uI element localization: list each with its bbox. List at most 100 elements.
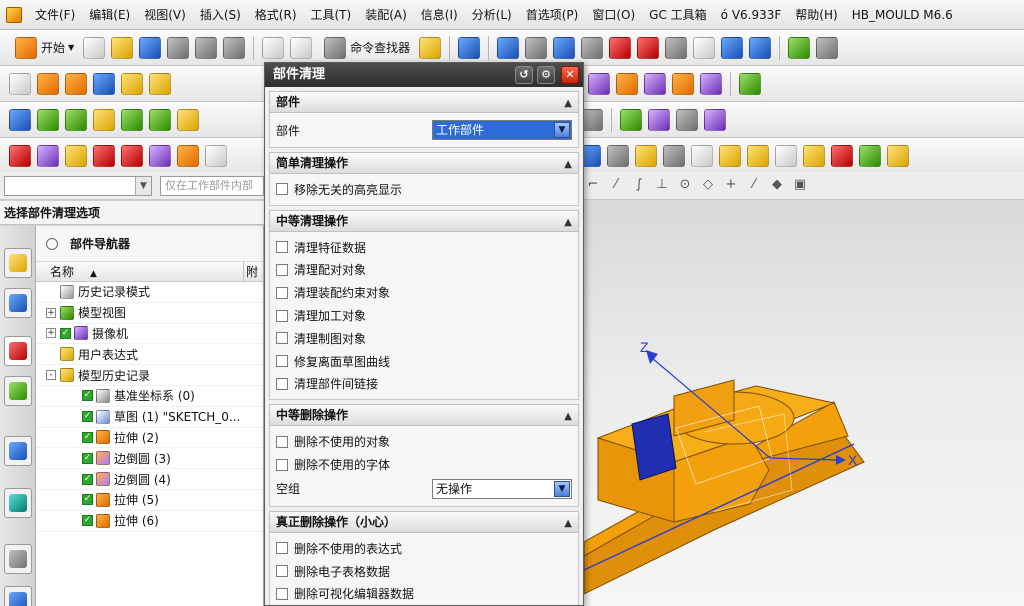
menu-preferences[interactable]: 首选项(P) [519, 0, 586, 29]
gear-icon[interactable]: ⚙ [537, 66, 555, 84]
subtract-icon[interactable] [616, 72, 638, 95]
edit-feature-icon[interactable] [121, 108, 143, 131]
history-tab[interactable] [4, 544, 32, 574]
option-row[interactable]: 清理装配约束对象 [276, 281, 572, 304]
menu-insert[interactable]: 插入(S) [193, 0, 248, 29]
cylinder-icon[interactable] [121, 72, 143, 95]
extrude-icon[interactable] [37, 72, 59, 95]
snap-on-face-icon[interactable]: ◆ [768, 176, 786, 194]
close-icon[interactable]: ✕ [561, 66, 579, 84]
start-button[interactable]: 开始 ▼ [6, 36, 80, 60]
visibility-checkbox[interactable]: ✓ [82, 452, 93, 464]
assembly-icon[interactable] [37, 144, 59, 167]
block-icon[interactable] [93, 72, 115, 95]
part-model[interactable] [584, 379, 865, 595]
mould-wizard-icon[interactable] [9, 144, 31, 167]
collapse-icon[interactable]: - [46, 370, 56, 381]
option-checkbox[interactable] [276, 263, 288, 276]
option-checkbox[interactable] [276, 587, 288, 600]
option-row[interactable]: 删除不使用的字体 [276, 453, 572, 476]
dialog-title-bar[interactable]: 部件清理 ↺ ⚙ ✕ [265, 63, 583, 87]
section-part-header[interactable]: 部件 ▲ [269, 91, 579, 113]
component-icon[interactable] [803, 144, 825, 167]
option-checkbox[interactable] [276, 286, 288, 299]
tools-icon[interactable] [719, 144, 741, 167]
copy-icon[interactable] [195, 36, 218, 59]
select-icon[interactable] [458, 36, 481, 59]
nx-app-icon[interactable] [6, 6, 22, 23]
unite-icon[interactable] [588, 72, 610, 95]
option-checkbox[interactable] [276, 542, 288, 555]
sketch-icon[interactable] [9, 72, 31, 95]
snap-quadrant-icon[interactable]: ◇ [699, 176, 717, 194]
tree-node[interactable]: ✓ 基准坐标系 (0) [36, 386, 263, 407]
reset-icon[interactable]: ↺ [515, 66, 533, 84]
visibility-checkbox[interactable]: ✓ [60, 327, 71, 339]
tree-node[interactable]: 历史记录模式 [36, 282, 263, 303]
reuse-library-tab[interactable] [4, 376, 32, 406]
option-checkbox[interactable] [276, 309, 288, 322]
collapse-icon[interactable]: ▲ [564, 407, 572, 427]
red-block-icon[interactable] [121, 144, 143, 167]
wcs-icon[interactable] [704, 108, 726, 131]
section-real-delete-header[interactable]: 真正删除操作（小心） ▲ [269, 510, 579, 534]
tree-node[interactable]: ✓ 边倒圆 (4) [36, 469, 263, 490]
revolve-icon[interactable] [65, 72, 87, 95]
redo-icon[interactable] [290, 36, 313, 59]
hand-icon[interactable] [65, 144, 87, 167]
coordinate-icon[interactable] [607, 144, 629, 167]
tree-node[interactable]: + 模型视图 [36, 303, 263, 324]
tree-node[interactable]: ✓ 拉伸 (6) [36, 511, 263, 532]
tree-node[interactable]: 用户表达式 [36, 344, 263, 366]
snap-intersection-icon[interactable]: ⊥ [653, 176, 671, 194]
standard-part-icon[interactable] [887, 144, 909, 167]
pin-icon[interactable] [46, 237, 58, 250]
option-checkbox[interactable] [276, 183, 288, 196]
menu-gc-toolkit[interactable]: GC 工具箱 [642, 0, 714, 29]
option-checkbox[interactable] [276, 377, 288, 390]
expand-icon[interactable]: + [46, 307, 56, 318]
background-color-icon[interactable] [693, 36, 716, 59]
option-row[interactable]: 删除可视化编辑器数据 [276, 583, 572, 605]
part-select[interactable]: 工作部件 ▼ [432, 120, 572, 140]
surface-icon[interactable] [177, 144, 199, 167]
option-checkbox[interactable] [276, 241, 288, 254]
show-hide-icon[interactable] [721, 36, 744, 59]
slot-icon[interactable] [691, 144, 713, 167]
column-extra-header[interactable]: 附 [244, 262, 263, 281]
section-simple-header[interactable]: 简单清理操作 ▲ [269, 152, 579, 174]
grid-icon[interactable] [648, 108, 670, 131]
tree-node[interactable]: ✓ 边倒圆 (3) [36, 448, 263, 470]
option-row[interactable]: 删除不使用的表达式 [276, 537, 572, 560]
intersect-icon[interactable] [644, 72, 666, 95]
save-icon[interactable] [139, 36, 162, 59]
menu-edit[interactable]: 编辑(E) [82, 0, 137, 29]
pencil-icon[interactable] [93, 108, 115, 131]
snap-existing-point-icon[interactable]: + [722, 176, 740, 194]
menu-file[interactable]: 文件(F) [28, 0, 82, 29]
menu-hb-mould[interactable]: HB_MOULD M6.6 [845, 0, 960, 29]
snap-endpoint-icon[interactable]: ⌐ [584, 176, 602, 194]
snap-bounded-icon[interactable]: ▣ [791, 176, 809, 194]
option-row[interactable]: 清理配对对象 [276, 259, 572, 282]
collapse-icon[interactable]: ▲ [564, 514, 572, 534]
layer-icon[interactable] [749, 36, 772, 59]
shaded-view-icon[interactable] [553, 36, 576, 59]
menu-information[interactable]: 信息(I) [414, 0, 465, 29]
box-icon[interactable] [93, 144, 115, 167]
point-icon[interactable] [9, 108, 31, 131]
visibility-checkbox[interactable]: ✓ [82, 494, 93, 506]
menu-window[interactable]: 窗口(O) [585, 0, 642, 29]
open-folder-icon[interactable] [111, 36, 134, 59]
section-medium-delete-header[interactable]: 中等删除操作 ▲ [269, 404, 579, 427]
option-row[interactable]: 清理加工对象 [276, 304, 572, 327]
layer-settings-icon[interactable] [37, 108, 59, 131]
new-file-icon[interactable] [83, 36, 106, 59]
snap-curve-icon[interactable]: ∫ [630, 176, 648, 194]
render-style-icon[interactable] [609, 36, 632, 59]
cone-icon[interactable] [149, 72, 171, 95]
snap-on-curve-icon[interactable]: ⁄ [745, 176, 763, 194]
selection-scope-field[interactable]: 仅在工作部件内部 [160, 176, 264, 196]
option-row[interactable]: 清理特征数据 [276, 236, 572, 259]
collapse-icon[interactable]: ▲ [564, 155, 572, 175]
